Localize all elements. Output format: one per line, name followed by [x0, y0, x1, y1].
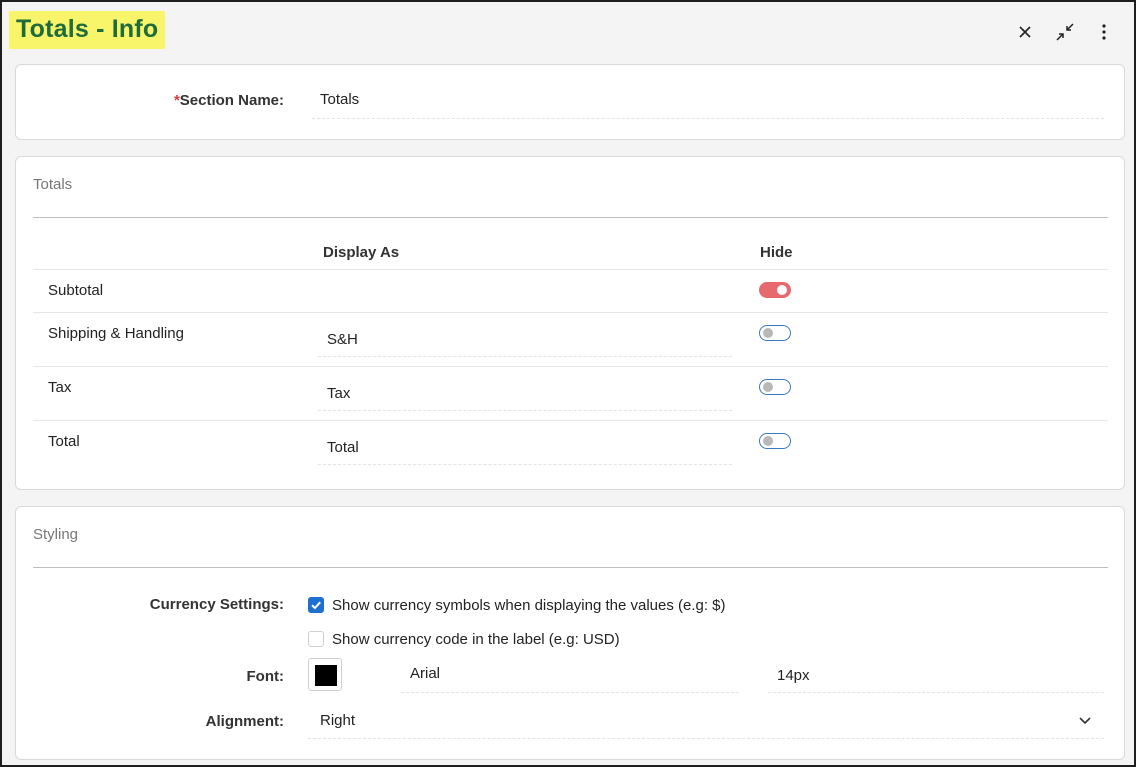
total-display-input[interactable]: Total — [318, 429, 732, 465]
shipping-label: Shipping & Handling — [48, 325, 184, 342]
collapse-icon — [1056, 23, 1074, 41]
font-label: Font: — [246, 668, 284, 685]
styling-divider — [33, 567, 1108, 568]
display-as-header: Display As — [323, 244, 400, 261]
totals-divider — [33, 217, 1108, 218]
total-hide-toggle[interactable] — [759, 433, 791, 449]
font-color-picker[interactable] — [308, 658, 342, 691]
title-highlight: Totals - Info — [9, 11, 166, 49]
font-color-swatch — [315, 665, 337, 686]
dialog-window: Totals - Info *Section Name: Totals Tota… — [0, 0, 1136, 767]
total-display-value: Total — [327, 439, 359, 456]
currency-symbols-checkbox[interactable] — [308, 597, 324, 613]
section-name-card: *Section Name: Totals — [15, 64, 1125, 140]
page-title: Totals - Info — [16, 15, 159, 43]
row-separator — [33, 366, 1108, 367]
shipping-display-value: S&H — [327, 331, 358, 348]
alignment-select[interactable]: Right — [308, 703, 1104, 739]
font-size-input[interactable]: 14px — [768, 657, 1104, 693]
totals-section-title: Totals — [33, 176, 73, 193]
toggle-knob — [763, 436, 773, 446]
toggle-knob — [777, 285, 787, 295]
font-size-value: 14px — [777, 667, 810, 684]
close-icon — [1019, 26, 1031, 38]
totals-card: Totals Display As Hide Subtotal Shipping… — [15, 156, 1125, 490]
subtotal-hide-toggle[interactable] — [759, 282, 791, 298]
section-name-input[interactable]: Totals — [312, 83, 1104, 119]
alignment-label: Alignment: — [205, 713, 284, 730]
total-label: Total — [48, 433, 80, 450]
styling-card: Styling Currency Settings: Show currency… — [15, 506, 1125, 760]
section-name-label: *Section Name: — [173, 92, 284, 109]
checkmark-icon — [311, 601, 321, 610]
toggle-knob — [763, 382, 773, 392]
tax-label: Tax — [48, 379, 72, 396]
font-family-value: Arial — [410, 665, 441, 682]
currency-settings-label: Currency Settings: — [149, 596, 284, 613]
row-separator — [33, 269, 1108, 270]
section-name-value: Totals — [320, 91, 360, 108]
row-separator — [33, 420, 1108, 421]
tax-display-value: Tax — [327, 385, 351, 402]
shipping-display-input[interactable]: S&H — [318, 321, 732, 357]
more-options-button[interactable] — [1092, 20, 1116, 44]
font-family-input[interactable]: Arial — [401, 657, 739, 693]
shipping-hide-toggle[interactable] — [759, 325, 791, 341]
collapse-button[interactable] — [1053, 20, 1077, 44]
alignment-value: Right — [320, 712, 356, 729]
row-separator — [33, 312, 1108, 313]
close-button[interactable] — [1013, 20, 1037, 44]
tax-hide-toggle[interactable] — [759, 379, 791, 395]
toggle-knob — [763, 328, 773, 338]
currency-code-label: Show currency code in the label (e.g: US… — [332, 631, 620, 648]
tax-display-input[interactable]: Tax — [318, 375, 732, 411]
subtotal-label: Subtotal — [48, 282, 104, 299]
kebab-menu-icon — [1102, 24, 1106, 40]
currency-code-checkbox[interactable] — [308, 631, 324, 647]
currency-symbols-label: Show currency symbols when displaying th… — [332, 597, 726, 614]
hide-header: Hide — [760, 244, 793, 261]
styling-section-title: Styling — [33, 526, 79, 543]
chevron-down-icon — [1079, 717, 1091, 725]
